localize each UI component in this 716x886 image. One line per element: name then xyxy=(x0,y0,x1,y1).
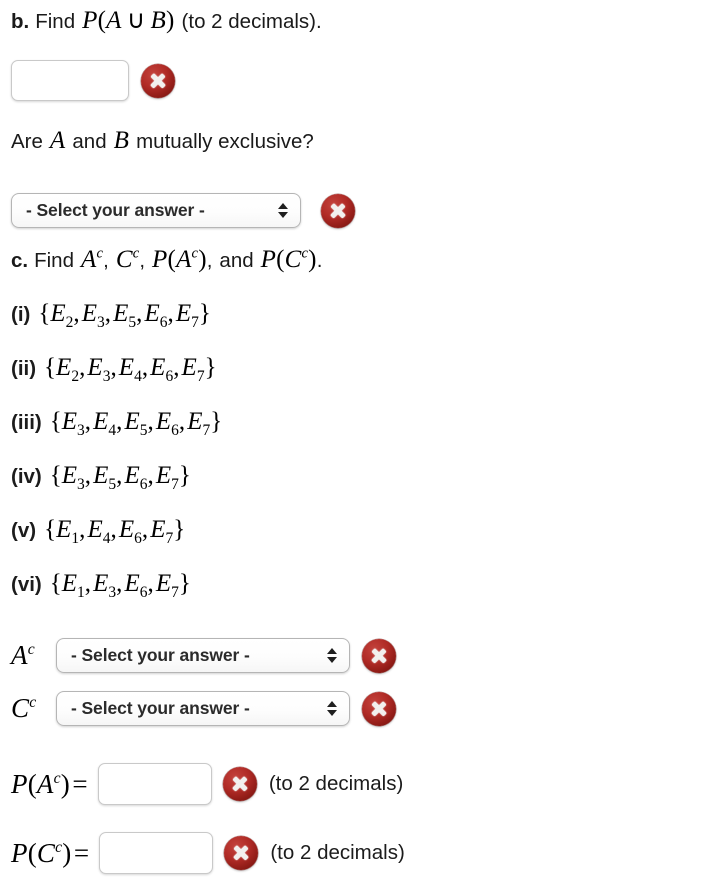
mutually-exclusive-var-b: B xyxy=(113,127,130,154)
p-a-complement-answer-row: P(Ac) = (to 2 decimals) xyxy=(11,763,403,805)
option-number: (vi) xyxy=(11,573,42,596)
option-number: (iii) xyxy=(11,411,42,434)
option-item-vi[interactable]: (vi) {E1, E3, E6, E7} xyxy=(11,570,191,601)
p-c-complement-label: P(Cc) = xyxy=(11,837,90,868)
question-b-find-word: Find xyxy=(35,10,76,33)
question-c-term-c-complement: Cc xyxy=(115,245,140,273)
mutually-exclusive-and: and xyxy=(72,130,107,153)
p-c-complement-hint: (to 2 decimals) xyxy=(270,841,405,864)
error-x-icon xyxy=(321,193,355,228)
error-x-icon xyxy=(362,638,396,673)
question-c-find-word: Find xyxy=(34,249,74,272)
error-x-icon xyxy=(141,63,175,98)
question-c-tail: . xyxy=(316,249,323,272)
question-c-connector: and xyxy=(219,249,254,272)
option-number: (iv) xyxy=(11,465,42,488)
question-b-letter: b. xyxy=(11,10,30,33)
question-b-heading: b. Find P(A ∪ B) (to 2 decimals). xyxy=(11,5,322,35)
question-b-answer-input[interactable] xyxy=(11,60,129,101)
p-c-complement-answer-row: P(Cc) = (to 2 decimals) xyxy=(11,832,405,874)
mutually-exclusive-prompt: Are A and B mutually exclusive? xyxy=(11,127,314,155)
option-set: {E1, E4, E6, E7} xyxy=(44,516,186,547)
error-x-icon xyxy=(222,767,257,801)
option-item-iii[interactable]: (iii) {E3, E4, E5, E6, E7} xyxy=(11,408,223,439)
mutually-exclusive-answer-row: - Select your answer - xyxy=(11,193,355,228)
updown-arrows-icon xyxy=(276,203,290,218)
option-set: {E2, E3, E5, E6, E7} xyxy=(38,300,211,331)
option-set: {E3, E4, E5, E6, E7} xyxy=(49,408,223,439)
mutually-exclusive-select[interactable]: - Select your answer - xyxy=(11,193,301,228)
option-item-v[interactable]: (v) {E1, E4, E6, E7} xyxy=(11,516,186,547)
option-number: (i) xyxy=(11,303,31,326)
updown-arrows-icon xyxy=(325,701,339,716)
option-set: {E3, E5, E6, E7} xyxy=(49,462,191,493)
question-c-heading: c. Find Ac, Cc, P(Ac), and P(Cc). xyxy=(11,245,323,273)
c-complement-select-value: - Select your answer - xyxy=(71,698,250,718)
option-number: (ii) xyxy=(11,357,37,380)
question-b-expression: P(A ∪ B) xyxy=(82,7,175,34)
question-c-term-p-c-complement: P(Cc) xyxy=(260,245,317,273)
exercise-page: b. Find P(A ∪ B) (to 2 decimals). Are A … xyxy=(0,0,716,886)
option-item-i[interactable]: (i) {E2, E3, E5, E6, E7} xyxy=(11,300,211,331)
p-c-complement-input[interactable] xyxy=(99,832,214,874)
mutually-exclusive-prefix: Are xyxy=(11,130,43,153)
question-c-term-a-complement: Ac xyxy=(81,245,104,273)
a-complement-label: Ac xyxy=(11,640,35,670)
mutually-exclusive-select-value: - Select your answer - xyxy=(26,200,205,220)
question-b-answer-row xyxy=(11,60,175,101)
c-complement-label: Cc xyxy=(11,693,37,723)
p-a-complement-label: P(Ac) = xyxy=(11,768,88,799)
option-number: (v) xyxy=(11,519,37,542)
option-item-ii[interactable]: (ii) {E2, E3, E4, E6, E7} xyxy=(11,354,217,385)
a-complement-select-value: - Select your answer - xyxy=(71,645,250,665)
c-complement-answer-row: Cc - Select your answer - xyxy=(11,691,396,726)
question-b-tail: (to 2 decimals). xyxy=(181,10,322,33)
p-a-complement-hint: (to 2 decimals) xyxy=(268,772,404,795)
mutually-exclusive-var-a: A xyxy=(49,127,66,154)
error-x-icon xyxy=(362,691,396,726)
mutually-exclusive-suffix: mutually exclusive? xyxy=(136,130,314,153)
updown-arrows-icon xyxy=(325,648,339,663)
c-complement-select[interactable]: - Select your answer - xyxy=(56,691,350,726)
a-complement-answer-row: Ac - Select your answer - xyxy=(11,638,396,673)
question-c-letter: c. xyxy=(11,249,29,272)
p-a-complement-input[interactable] xyxy=(97,763,212,805)
error-x-icon xyxy=(224,836,259,870)
option-set: {E2, E3, E4, E6, E7} xyxy=(44,354,217,385)
a-complement-select[interactable]: - Select your answer - xyxy=(56,638,350,673)
question-c-term-p-a-complement: P(Ac) xyxy=(152,245,207,273)
option-item-iv[interactable]: (iv) {E3, E5, E6, E7} xyxy=(11,462,191,493)
option-set: {E1, E3, E6, E7} xyxy=(49,570,191,601)
